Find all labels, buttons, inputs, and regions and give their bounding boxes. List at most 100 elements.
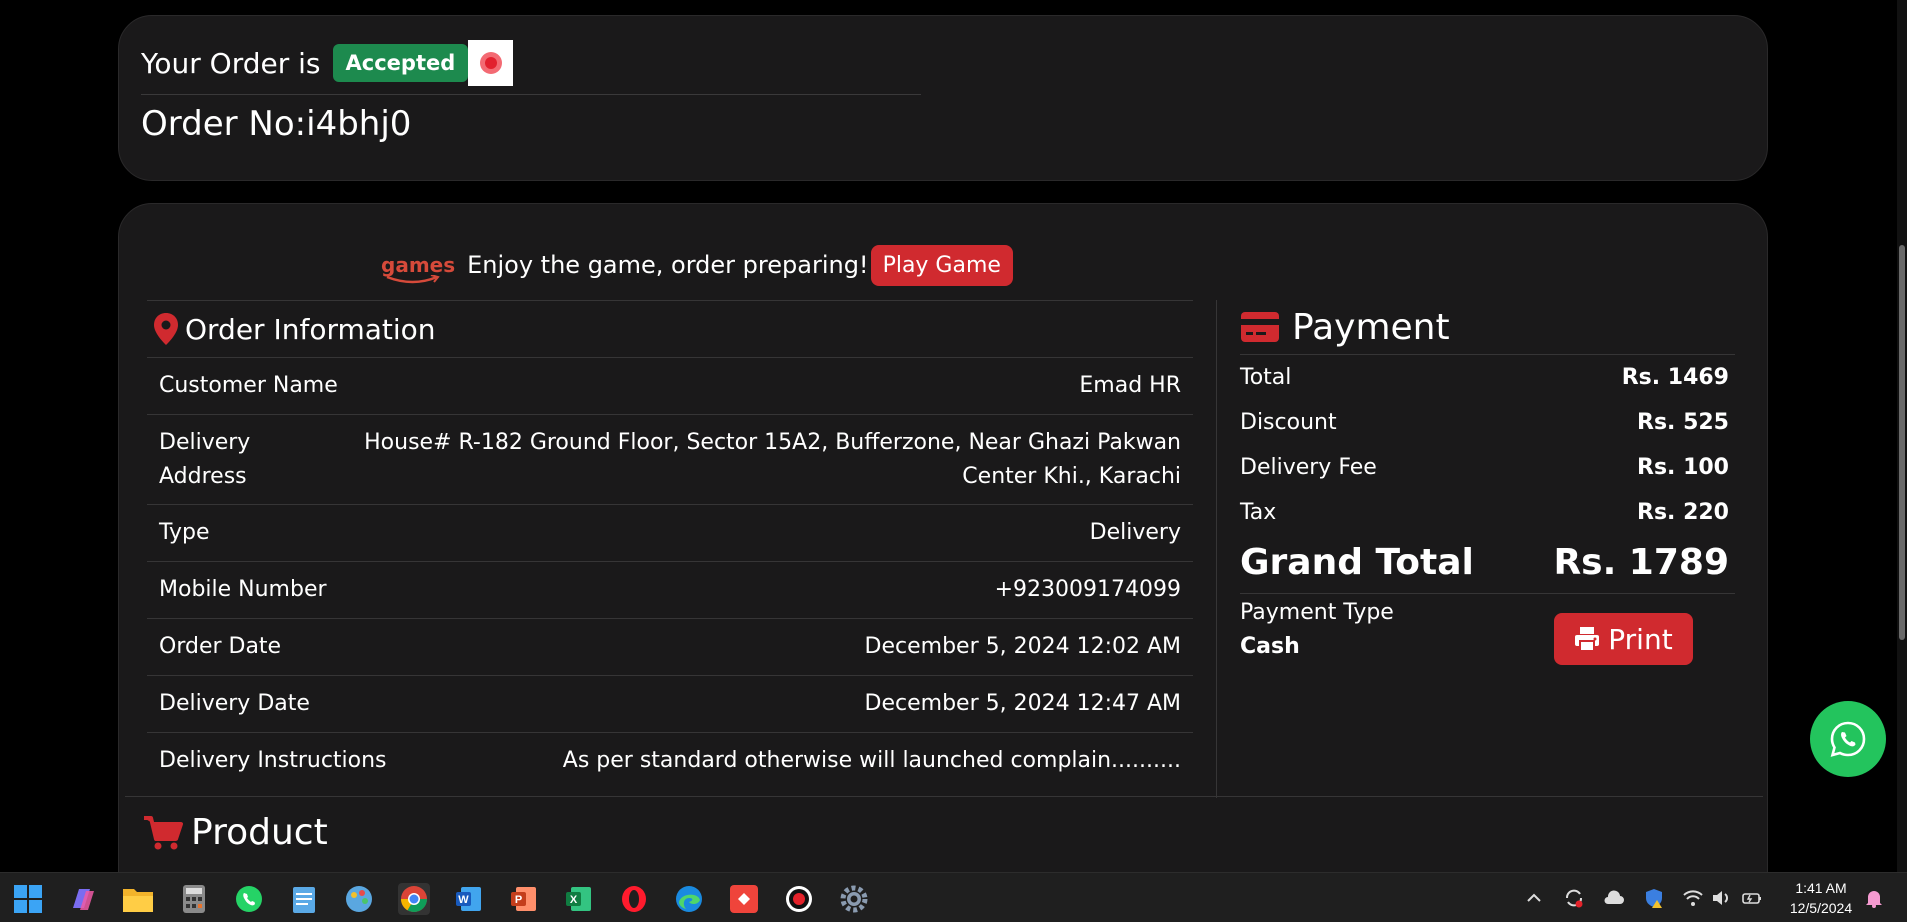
info-row-delivery-instructions: Delivery Instructions As per standard ot… — [147, 732, 1193, 789]
info-key: Customer Name — [159, 373, 338, 398]
info-value: Emad HR — [1079, 373, 1181, 398]
credit-card-icon — [1241, 312, 1279, 342]
divider — [141, 94, 921, 95]
grand-total-label: Grand Total — [1240, 541, 1474, 583]
cloud-icon[interactable] — [1603, 887, 1625, 909]
payment-key: Discount — [1240, 410, 1337, 435]
info-value: House# R-182 Ground Floor, Sector 15A2, … — [364, 429, 1181, 489]
clock-time: 1:41 AM — [1795, 880, 1847, 896]
screen-recorder-icon[interactable] — [783, 883, 815, 915]
games-logo-text: games — [381, 253, 456, 277]
notepad-icon[interactable] — [288, 883, 320, 915]
excel-icon[interactable]: X — [563, 883, 595, 915]
grand-total-value: Rs. 1789 — [1553, 541, 1729, 583]
file-explorer-icon[interactable] — [122, 883, 154, 915]
svg-text:X: X — [570, 894, 578, 906]
payment-key: Delivery Fee — [1240, 455, 1377, 480]
printer-icon — [1575, 627, 1600, 652]
payment-row-tax: Tax Rs. 220 — [1240, 490, 1735, 535]
info-value: As per standard otherwise will launched … — [562, 748, 1181, 773]
windows-taskbar: W P X 1:41 AM 12/5/2024 — [0, 872, 1907, 922]
info-key: Delivery Instructions — [159, 748, 387, 773]
info-value: December 5, 2024 12:47 AM — [864, 691, 1181, 716]
payment-section: Payment Total Rs. 1469 Discount Rs. 525 … — [1240, 300, 1735, 665]
clock-date: 12/5/2024 — [1789, 900, 1853, 916]
games-logo: games — [381, 253, 456, 284]
payment-title: Payment — [1292, 306, 1450, 348]
windows-start-icon[interactable] — [12, 883, 44, 915]
info-key: Type — [159, 520, 210, 545]
chrome-icon[interactable] — [398, 883, 430, 915]
divider — [125, 796, 1763, 797]
payment-value: Rs. 100 — [1637, 455, 1729, 480]
game-promo: games Enjoy the game, order preparing! P… — [381, 241, 1013, 289]
product-heading: Product — [143, 812, 328, 853]
edge-icon[interactable] — [673, 883, 705, 915]
payment-value: Rs. 525 — [1637, 410, 1729, 435]
chevron-up-icon[interactable] — [1523, 887, 1545, 909]
product-title: Product — [191, 812, 328, 853]
scrollbar-thumb[interactable] — [1899, 245, 1905, 640]
info-value: December 5, 2024 12:02 AM — [864, 634, 1181, 659]
order-number: Order No:i4bhj0 — [141, 104, 412, 144]
volume-icon[interactable] — [1711, 887, 1733, 909]
order-information-section: Order Information Customer Name Emad HR … — [147, 300, 1193, 789]
whatsapp-chat-button[interactable] — [1810, 701, 1886, 777]
info-row-delivery-address: Delivery Address House# R-182 Ground Flo… — [147, 414, 1193, 504]
order-information-heading: Order Information — [147, 301, 1193, 357]
payment-value: Rs. 1469 — [1621, 365, 1729, 390]
info-key: Order Date — [159, 634, 282, 659]
info-key: Delivery Date — [159, 691, 310, 716]
settings-gear-icon[interactable] — [838, 883, 870, 915]
info-value: Delivery — [1089, 520, 1181, 545]
whatsapp-icon — [1830, 721, 1866, 757]
notification-bell-icon[interactable] — [1863, 887, 1885, 909]
page-scrollbar[interactable] — [1897, 0, 1907, 872]
svg-text:W: W — [458, 894, 469, 906]
whatsapp-app-icon[interactable] — [233, 883, 265, 915]
print-label: Print — [1608, 622, 1673, 656]
order-status-prefix: Your Order is — [141, 46, 321, 80]
order-status-badge: Accepted — [332, 44, 469, 82]
opera-icon[interactable] — [618, 883, 650, 915]
powerpoint-icon[interactable]: P — [508, 883, 540, 915]
calculator-icon[interactable] — [178, 883, 210, 915]
payment-key: Tax — [1240, 500, 1277, 525]
game-promo-message: Enjoy the game, order preparing! — [467, 251, 869, 279]
info-value: +923009174099 — [994, 577, 1181, 602]
payment-row-total: Total Rs. 1469 — [1240, 355, 1735, 400]
grand-total-row: Grand Total Rs. 1789 — [1240, 535, 1735, 589]
security-shield-icon[interactable] — [1643, 887, 1665, 909]
sync-icon[interactable] — [1563, 887, 1585, 909]
anydesk-icon[interactable] — [728, 883, 760, 915]
payment-type: Payment Type Cash — [1240, 596, 1394, 664]
battery-icon[interactable] — [1741, 887, 1763, 909]
shopping-cart-icon — [144, 815, 183, 849]
order-status-row: Your Order is Accepted — [141, 40, 514, 86]
info-row-type: Type Delivery — [147, 504, 1193, 561]
column-divider — [1216, 300, 1217, 798]
order-status-card: Your Order is Accepted Order No:i4bhj0 — [118, 15, 1768, 181]
word-icon[interactable]: W — [453, 883, 485, 915]
payment-key: Total — [1240, 365, 1292, 390]
copilot-icon[interactable] — [67, 883, 99, 915]
svg-text:P: P — [515, 894, 522, 906]
payment-row-discount: Discount Rs. 525 — [1240, 400, 1735, 445]
info-row-delivery-date: Delivery Date December 5, 2024 12:47 AM — [147, 675, 1193, 732]
paint-icon[interactable] — [343, 883, 375, 915]
print-button[interactable]: Print — [1554, 613, 1693, 665]
info-row-order-date: Order Date December 5, 2024 12:02 AM — [147, 618, 1193, 675]
info-row-mobile-number: Mobile Number +923009174099 — [147, 561, 1193, 618]
payment-type-label: Payment Type — [1240, 600, 1394, 625]
info-key: Mobile Number — [159, 577, 327, 602]
order-information-title: Order Information — [185, 312, 436, 346]
location-pin-icon — [154, 313, 178, 345]
play-game-button[interactable]: Play Game — [870, 244, 1013, 286]
payment-type-value: Cash — [1240, 634, 1300, 659]
info-key: Delivery Address — [159, 429, 251, 489]
system-clock[interactable]: 1:41 AM 12/5/2024 — [1780, 878, 1862, 918]
info-row-customer-name: Customer Name Emad HR — [147, 357, 1193, 414]
payment-row-delivery-fee: Delivery Fee Rs. 100 — [1240, 445, 1735, 490]
wifi-icon[interactable] — [1682, 887, 1704, 909]
live-status-icon — [468, 40, 514, 86]
